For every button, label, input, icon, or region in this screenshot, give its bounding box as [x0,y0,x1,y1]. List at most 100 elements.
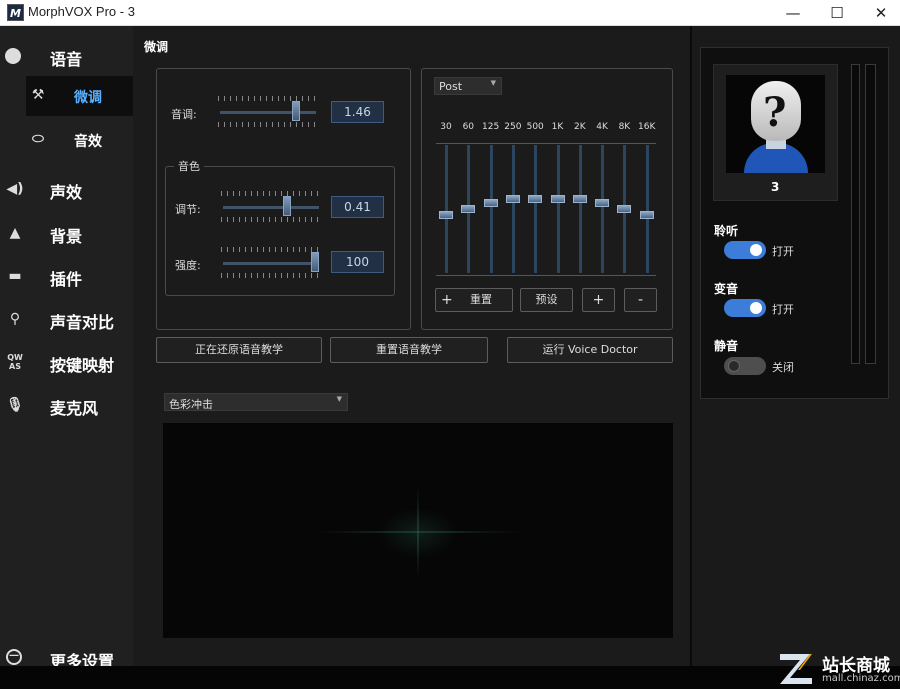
eq-band-slider[interactable] [556,145,560,273]
nav-compare[interactable]: ⚲ 声音对比 [0,299,133,339]
eq-band-thumb[interactable] [639,211,654,219]
adjust-slider-thumb[interactable] [282,196,291,216]
visualizer-glow-core [378,508,458,558]
eq-band-slider[interactable] [489,145,493,273]
eq-band-slider[interactable] [578,145,582,273]
mute-label: 静音 [714,339,739,353]
strength-value[interactable]: 100 [331,251,384,273]
wrench-icon: ⚒ [31,87,45,103]
eq-band-label: 60 [462,122,475,132]
eq-band-slider[interactable] [511,145,515,273]
nav-effects-label: 音效 [74,134,102,150]
eq-band-thumb[interactable] [505,195,520,204]
avatar: ? [726,75,825,173]
listen-toggle[interactable] [724,241,766,259]
eq-band-slider[interactable] [601,145,605,273]
eq-band-label: 2K [573,122,586,132]
eq-band-label: 8K [618,122,631,132]
mute-toggle-knob [728,360,740,372]
microphone-icon: 🎙 [6,397,24,413]
chevron-down-icon: ▼ [490,79,496,87]
nav-keys-label: 按键映射 [50,356,115,375]
restore-tutorial-button[interactable]: 正在还原语音教学 [156,337,322,363]
search-icon: ⚲ [9,311,21,327]
nav-mic[interactable]: 🎙 麦克风 [0,385,133,425]
mute-toggle[interactable] [724,357,766,375]
eq-mode-value: Post [439,80,463,93]
eq-reset-label: 重置 [470,293,492,306]
eq-band-thumb[interactable] [483,199,498,207]
eq-minus-button[interactable]: - [624,288,657,312]
nav-tweak[interactable]: ⚒ 微调 [26,76,133,116]
lips-icon: ⬭ [32,131,44,147]
nav-voice[interactable]: 语音 [0,36,133,76]
listen-label: 聆听 [714,224,739,238]
level-meter-left [851,64,860,364]
eq-preset-button[interactable]: 预设 [520,288,573,312]
eq-band-thumb[interactable] [439,211,453,219]
nav-mic-label: 麦克风 [50,399,99,418]
eq-plus-button[interactable]: + [582,288,615,312]
eq-band-label: 16K [638,122,656,132]
reset-tutorial-button[interactable]: 重置语音教学 [330,337,488,363]
visualizer-mode-select[interactable]: 色彩冲击 ▼ [164,393,348,411]
nav-compare-label: 声音对比 [50,313,115,332]
eq-band-label: 4K [596,122,608,132]
visualizer-display [163,423,673,638]
speaker-icon: ◀) [6,181,24,197]
eq-band-slider[interactable] [534,145,538,273]
nav-plugins-label: 插件 [50,270,83,289]
eq-band-thumb[interactable] [528,195,543,204]
strength-slider[interactable] [221,247,321,279]
eq-band-slider[interactable] [645,145,649,273]
mute-state: 关闭 [772,361,794,374]
pitch-value[interactable]: 1.46 [331,101,384,123]
nav-sound-effects[interactable]: ◀) 声效 [0,169,133,209]
app-logo-icon: M [7,4,24,21]
eq-band-slider[interactable] [445,145,448,273]
close-button[interactable]: ✕ [858,0,900,26]
eq-band-thumb[interactable] [572,195,587,204]
pitch-slider-thumb[interactable] [292,101,301,121]
pitch-slider[interactable] [218,96,318,128]
minimize-button[interactable]: — [770,0,816,26]
voice-icon [5,48,21,64]
adjust-value[interactable]: 0.41 [331,196,384,218]
nav-background[interactable]: ▲ 背景 [0,213,133,253]
eq-band-thumb[interactable] [550,195,565,204]
pitch-label: 音调: [171,108,197,121]
morph-state: 打开 [772,303,794,316]
nav-background-label: 背景 [50,227,83,246]
nav-tweak-label: 微调 [74,90,102,106]
eq-band-label: 125 [482,122,500,132]
eq-band-label: 500 [526,122,544,132]
mountain-icon: ▲ [9,225,21,241]
level-meter-right [865,64,876,364]
adjust-slider[interactable] [221,191,321,223]
window-title: MorphVOX Pro - 3 [28,4,135,19]
eq-mode-select[interactable]: Post ▼ [434,77,502,95]
plug-icon: ▬ [8,268,22,284]
voice-doctor-button[interactable]: 运行 Voice Doctor [507,337,673,363]
eq-reset-button[interactable]: + 重置 [435,288,513,312]
maximize-button[interactable]: ☐ [814,0,860,26]
eq-band-label: 30 [440,122,452,132]
nav-voice-label: 语音 [50,50,83,69]
eq-band-thumb[interactable] [595,199,610,207]
adjust-label: 调节: [175,203,201,216]
chevron-down-icon: ▼ [336,395,342,403]
morph-toggle-knob [750,302,762,314]
nav-plugins[interactable]: ▬ 插件 [0,256,133,296]
more-icon: — [6,649,22,665]
morph-toggle[interactable] [724,299,766,317]
eq-band-thumb[interactable] [617,205,632,213]
eq-band-thumb[interactable] [461,205,476,213]
nav-keys[interactable]: QW AS 按键映射 [0,342,133,382]
eq-band-label: 1K [551,122,564,132]
eq-bottom-rule [436,275,656,276]
listen-toggle-knob [750,244,762,256]
visualizer-mode-value: 色彩冲击 [169,398,213,411]
strength-label: 强度: [175,259,201,272]
nav-effects[interactable]: ⬭ 音效 [26,120,133,160]
strength-slider-thumb[interactable] [311,252,319,272]
